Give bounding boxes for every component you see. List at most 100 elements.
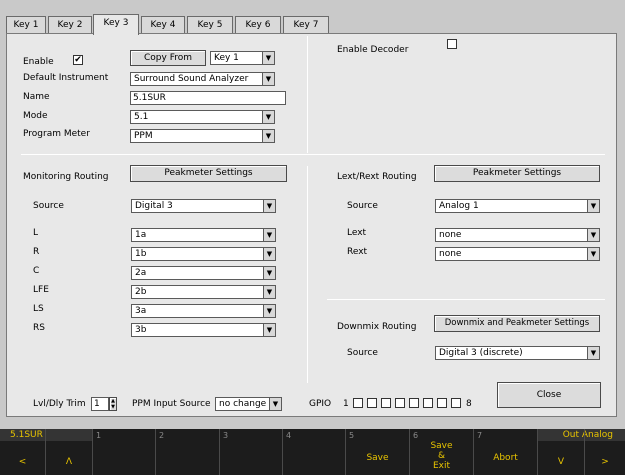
softkey-next[interactable]: > bbox=[585, 429, 625, 475]
gpio-checkbox-5[interactable] bbox=[409, 398, 419, 408]
tab-key-6[interactable]: Key 6 bbox=[235, 16, 281, 34]
chevron-down-icon: ▼ bbox=[263, 228, 276, 242]
softkey-3[interactable]: 3 bbox=[220, 429, 283, 475]
softkey-number: 3 bbox=[223, 431, 229, 440]
tab-key-1[interactable]: Key 1 bbox=[6, 16, 46, 34]
chevron-up-icon: Λ bbox=[65, 457, 73, 467]
ppm-input-source-value: no change bbox=[219, 399, 267, 409]
channel-label: R bbox=[33, 247, 40, 257]
close-button[interactable]: Close bbox=[497, 382, 601, 408]
lvl-dly-trim-label: Lvl/Dly Trim bbox=[33, 399, 86, 409]
enable-checkbox[interactable]: ✔ bbox=[73, 55, 83, 65]
enable-label: Enable bbox=[23, 57, 54, 67]
softkey-abort[interactable]: 7 Abort bbox=[474, 429, 538, 475]
softkey-down[interactable]: V bbox=[538, 429, 585, 475]
lext-source-label: Source bbox=[347, 201, 378, 211]
gpio-checkbox-3[interactable] bbox=[381, 398, 391, 408]
chevron-left-icon: < bbox=[18, 457, 27, 467]
chevron-down-icon: ▼ bbox=[269, 397, 282, 411]
channel-value: 2b bbox=[135, 287, 147, 297]
gpio-checkbox-2[interactable] bbox=[367, 398, 377, 408]
mode-label: Mode bbox=[23, 111, 48, 121]
program-meter-dropdown[interactable]: PPM ▼ bbox=[130, 129, 275, 143]
gpio-checkbox-8[interactable] bbox=[451, 398, 461, 408]
softkey-number: 2 bbox=[159, 431, 165, 440]
mode-dropdown[interactable]: 5.1 ▼ bbox=[130, 110, 275, 124]
softkey-save-exit[interactable]: 6 Save & Exit bbox=[410, 429, 474, 475]
softkey-4[interactable]: 4 bbox=[283, 429, 346, 475]
softkey-number: 1 bbox=[96, 431, 102, 440]
monitoring-peakmeter-settings-button[interactable]: Peakmeter Settings bbox=[130, 165, 287, 182]
spinner-arrows-icon[interactable]: ▲ ▼ bbox=[109, 397, 117, 411]
softkey-prev[interactable]: < bbox=[0, 429, 46, 475]
channel-value: 1b bbox=[135, 249, 147, 259]
softkey-up[interactable]: Λ bbox=[46, 429, 93, 475]
chevron-down-icon: ▼ bbox=[263, 304, 276, 318]
chevron-down-icon: V bbox=[557, 457, 565, 467]
copy-from-dropdown[interactable]: Key 1 ▼ bbox=[210, 51, 275, 65]
lext-dropdown[interactable]: none ▼ bbox=[435, 228, 600, 242]
gpio-checkbox-4[interactable] bbox=[395, 398, 405, 408]
channel-label: RS bbox=[33, 323, 45, 333]
vertical-divider bbox=[307, 166, 308, 383]
channel-r-dropdown[interactable]: 1b ▼ bbox=[131, 247, 276, 261]
lext-peakmeter-settings-button[interactable]: Peakmeter Settings bbox=[434, 165, 600, 182]
tab-key-5[interactable]: Key 5 bbox=[187, 16, 233, 34]
mode-value: 5.1 bbox=[134, 112, 149, 122]
copy-from-button[interactable]: Copy From bbox=[130, 50, 206, 66]
channel-ls-dropdown[interactable]: 3a ▼ bbox=[131, 304, 276, 318]
channel-value: 3a bbox=[135, 306, 147, 316]
monitoring-source-dropdown[interactable]: Digital 3 ▼ bbox=[131, 199, 276, 213]
channel-value: 3b bbox=[135, 325, 147, 335]
gpio-checkbox-7[interactable] bbox=[437, 398, 447, 408]
name-input[interactable]: 5.1SUR bbox=[130, 91, 286, 105]
downmix-peakmeter-settings-button[interactable]: Downmix and Peakmeter Settings bbox=[434, 315, 600, 332]
ppm-input-source-dropdown[interactable]: no change ▼ bbox=[215, 397, 282, 411]
rext-dropdown[interactable]: none ▼ bbox=[435, 247, 600, 261]
softkey-number: 5 bbox=[349, 431, 355, 440]
tab-key-4[interactable]: Key 4 bbox=[141, 16, 185, 34]
program-meter-label: Program Meter bbox=[23, 129, 90, 139]
chevron-down-icon: ▼ bbox=[262, 72, 275, 86]
channel-c-dropdown[interactable]: 2a ▼ bbox=[131, 266, 276, 280]
downmix-source-dropdown[interactable]: Digital 3 (discrete) ▼ bbox=[435, 346, 600, 360]
downmix-routing-title: Downmix Routing bbox=[337, 322, 417, 332]
downmix-source-value: Digital 3 (discrete) bbox=[439, 348, 523, 358]
lext-source-dropdown[interactable]: Analog 1 ▼ bbox=[435, 199, 600, 213]
chevron-down-icon: ▼ bbox=[263, 247, 276, 261]
chevron-down-icon: ▼ bbox=[263, 285, 276, 299]
enable-decoder-checkbox[interactable] bbox=[447, 39, 457, 49]
lext-source-value: Analog 1 bbox=[439, 201, 479, 211]
softkey-bar: 5.1SUR Out Analog < Λ 1 2 3 4 5 Save 6 S… bbox=[0, 429, 625, 475]
gpio-start-label: 1 bbox=[343, 399, 349, 409]
lvl-dly-trim-input[interactable]: 1 bbox=[91, 397, 109, 411]
rext-value: none bbox=[439, 249, 462, 259]
channel-value: 1a bbox=[135, 230, 147, 240]
softkey-number: 7 bbox=[477, 431, 483, 440]
horizontal-divider bbox=[21, 154, 605, 155]
softkey-1[interactable]: 1 bbox=[93, 429, 156, 475]
chevron-down-icon: ▼ bbox=[263, 199, 276, 213]
abort-label: Abort bbox=[493, 453, 518, 463]
chevron-down-icon: ▼ bbox=[587, 247, 600, 261]
default-instrument-value: Surround Sound Analyzer bbox=[134, 74, 249, 84]
ppm-input-source-label: PPM Input Source bbox=[132, 399, 211, 409]
default-instrument-label: Default Instrument bbox=[23, 73, 109, 83]
chevron-down-icon: ▼ bbox=[587, 346, 600, 360]
tab-key-2[interactable]: Key 2 bbox=[48, 16, 92, 34]
default-instrument-dropdown[interactable]: Surround Sound Analyzer ▼ bbox=[130, 72, 275, 86]
channel-l-dropdown[interactable]: 1a ▼ bbox=[131, 228, 276, 242]
channel-label: LS bbox=[33, 304, 44, 314]
softkey-2[interactable]: 2 bbox=[156, 429, 220, 475]
channel-lfe-dropdown[interactable]: 2b ▼ bbox=[131, 285, 276, 299]
lext-value: none bbox=[439, 230, 462, 240]
tab-key-7[interactable]: Key 7 bbox=[283, 16, 329, 34]
save-exit-label: Save & Exit bbox=[430, 441, 453, 471]
channel-label: L bbox=[33, 228, 39, 238]
lext-label: Lext bbox=[347, 228, 367, 238]
gpio-checkbox-1[interactable] bbox=[353, 398, 363, 408]
softkey-save[interactable]: 5 Save bbox=[346, 429, 410, 475]
gpio-checkbox-6[interactable] bbox=[423, 398, 433, 408]
channel-rs-dropdown[interactable]: 3b ▼ bbox=[131, 323, 276, 337]
tab-key-3[interactable]: Key 3 bbox=[93, 14, 139, 35]
